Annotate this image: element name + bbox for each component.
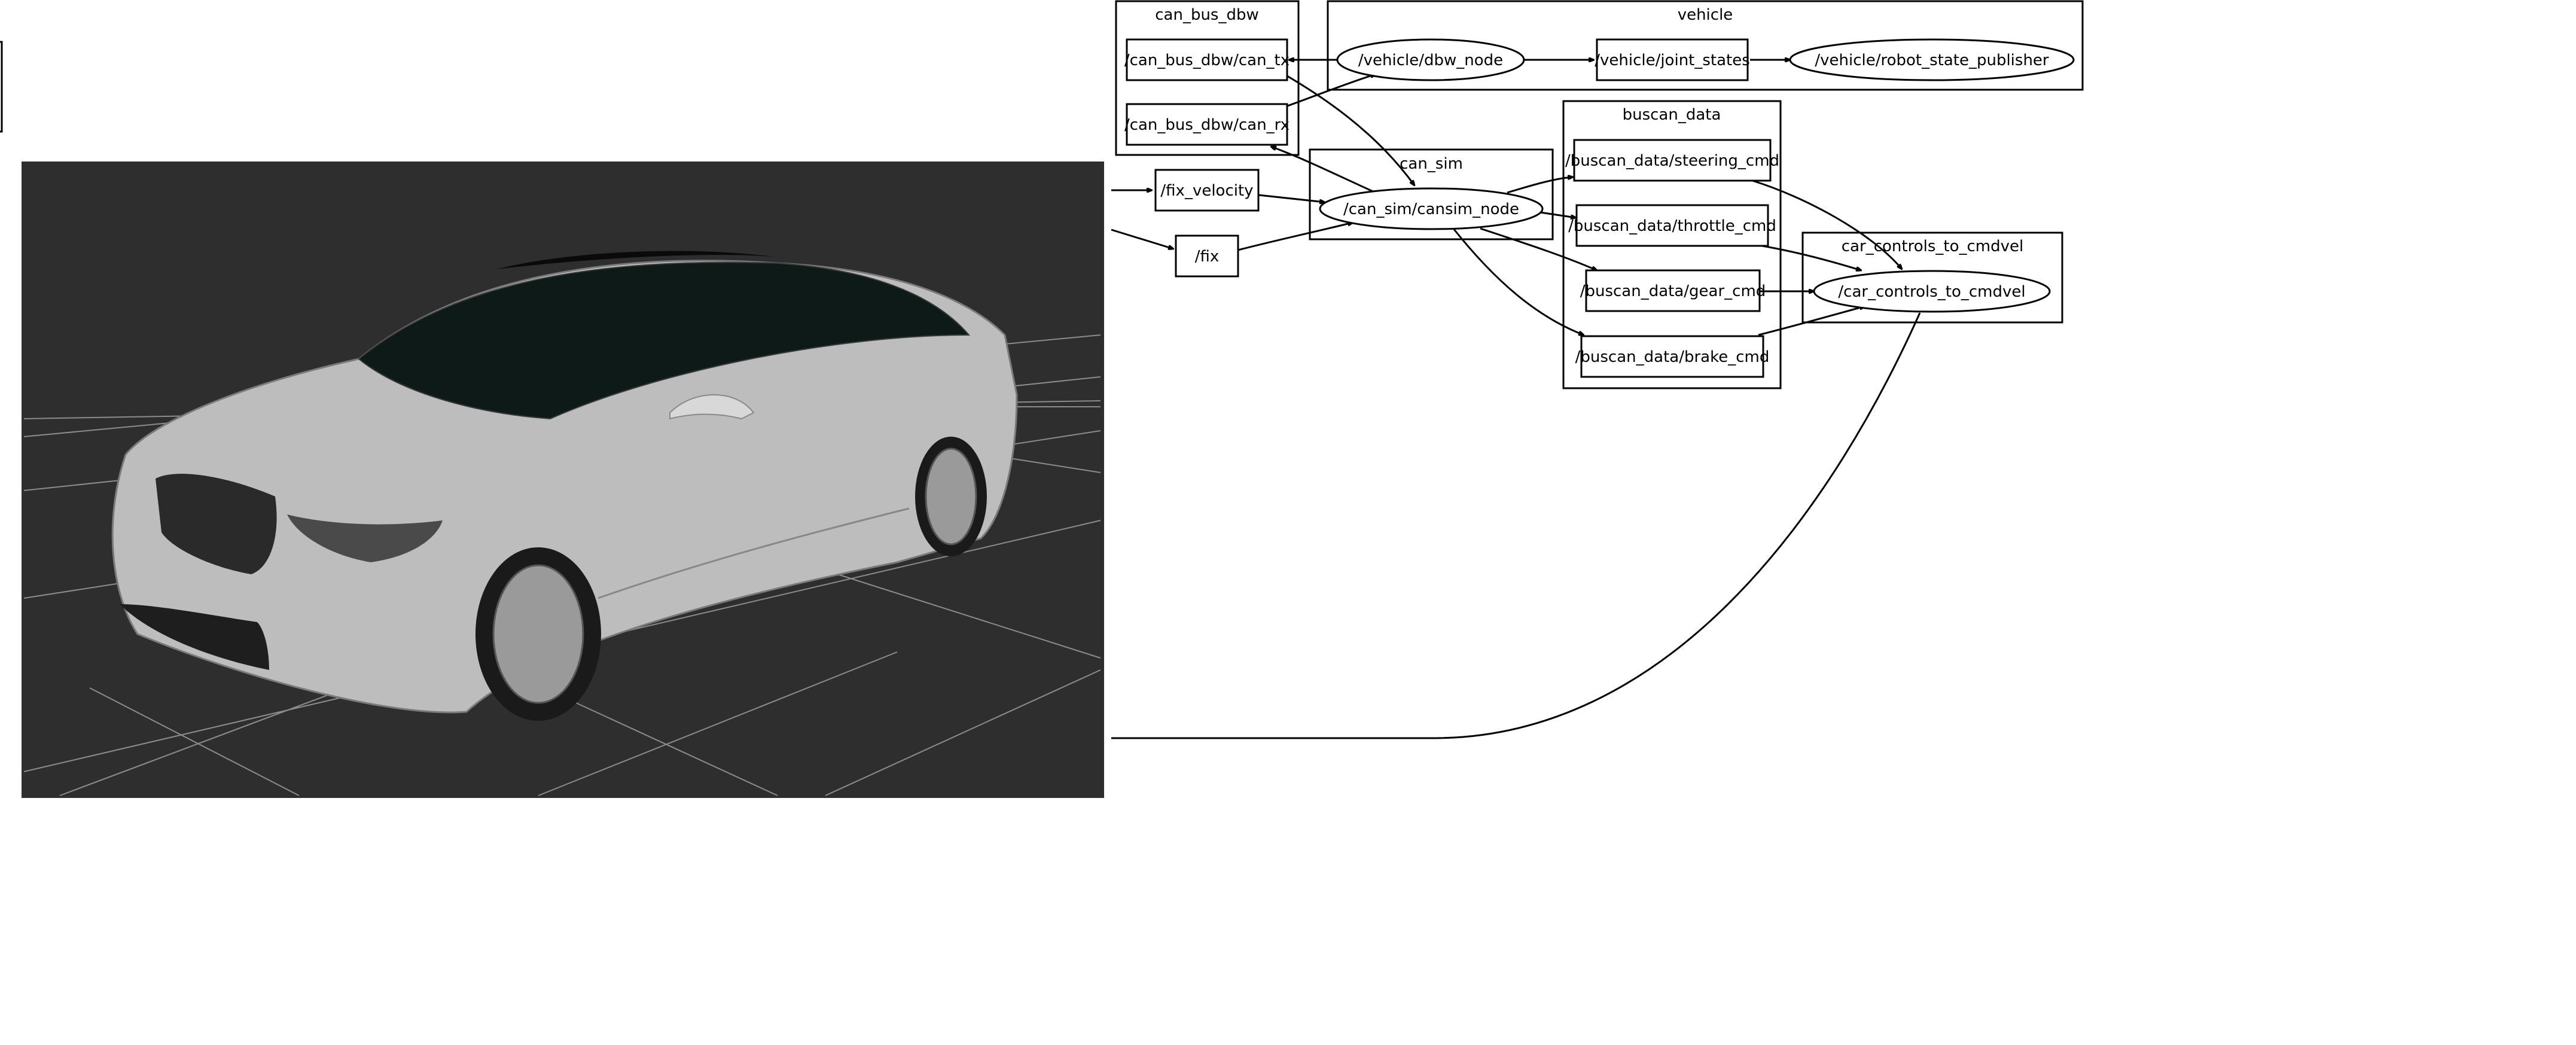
edge-fixvelocity-to-cansim xyxy=(1258,194,1325,202)
cluster-label-buscan-data: buscan_data xyxy=(1623,106,1721,124)
node-joint-states[interactable]: /vehicle/joint_states xyxy=(1595,38,1750,81)
node-label-fix: /fix xyxy=(1195,248,1220,266)
node-label-fix-velocity: /fix_velocity xyxy=(1160,182,1253,200)
partial-node-edge xyxy=(0,41,3,133)
cluster-label-car-controls-to-cmdvel: car_controls_to_cmdvel xyxy=(1842,237,2023,255)
cluster-label-can-sim: can_sim xyxy=(1400,155,1463,173)
node-label-gear-cmd: /buscan_data/gear_cmd xyxy=(1580,282,1766,300)
edges xyxy=(1111,60,1921,739)
node-label-car-controls-to-cmdvel: /car_controls_to_cmdvel xyxy=(1838,283,2025,301)
node-label-dbw-node: /vehicle/dbw_node xyxy=(1358,51,1503,69)
edge-carcontrols-to-viewport xyxy=(1111,312,1921,739)
node-can-rx[interactable]: /can_bus_dbw/can_rx xyxy=(1124,103,1289,146)
node-fix-velocity[interactable]: /fix_velocity xyxy=(1154,169,1260,212)
edge-cansim-to-canrx xyxy=(1271,147,1376,194)
node-label-steering-cmd: /buscan_data/steering_cmd xyxy=(1565,152,1779,170)
node-robot-state-publisher[interactable]: /vehicle/robot_state_publisher xyxy=(1789,38,2075,81)
node-label-cansim-node: /can_sim/cansim_node xyxy=(1343,200,1519,218)
node-gear-cmd[interactable]: /buscan_data/gear_cmd xyxy=(1580,269,1766,312)
node-label-brake-cmd: /buscan_data/brake_cmd xyxy=(1575,348,1770,366)
node-can-tx[interactable]: /can_bus_dbw/can_tx xyxy=(1124,38,1289,81)
edge-brake-to-carcontrols xyxy=(1758,306,1865,336)
node-label-can-rx: /can_bus_dbw/can_rx xyxy=(1124,116,1289,134)
ros-graph-diagram: can_bus_dbw vehicle buscan_data can_sim … xyxy=(0,0,2084,798)
node-brake-cmd[interactable]: /buscan_data/brake_cmd xyxy=(1575,335,1770,378)
cluster-label-can-bus-dbw: can_bus_dbw xyxy=(1155,6,1259,24)
node-label-can-tx: /can_bus_dbw/can_tx xyxy=(1124,51,1289,69)
node-throttle-cmd[interactable]: /buscan_data/throttle_cmd xyxy=(1568,204,1776,247)
cluster-label-vehicle: vehicle xyxy=(1678,6,1733,24)
node-cansim-node[interactable]: /can_sim/cansim_node xyxy=(1319,187,1544,230)
node-fix[interactable]: /fix xyxy=(1175,234,1239,278)
edge-in-to-fix xyxy=(1111,229,1173,249)
node-car-controls-to-cmdvel[interactable]: /car_controls_to_cmdvel xyxy=(1813,270,2051,313)
3d-viewport[interactable] xyxy=(22,162,1104,798)
edge-fix-to-cansim xyxy=(1237,223,1353,251)
node-label-robot-state-publisher: /vehicle/robot_state_publisher xyxy=(1815,51,2049,69)
node-dbw-node[interactable]: /vehicle/dbw_node xyxy=(1336,38,1525,81)
node-label-joint-states: /vehicle/joint_states xyxy=(1595,51,1750,69)
node-steering-cmd[interactable]: /buscan_data/steering_cmd xyxy=(1565,139,1779,182)
node-label-throttle-cmd: /buscan_data/throttle_cmd xyxy=(1568,217,1776,235)
